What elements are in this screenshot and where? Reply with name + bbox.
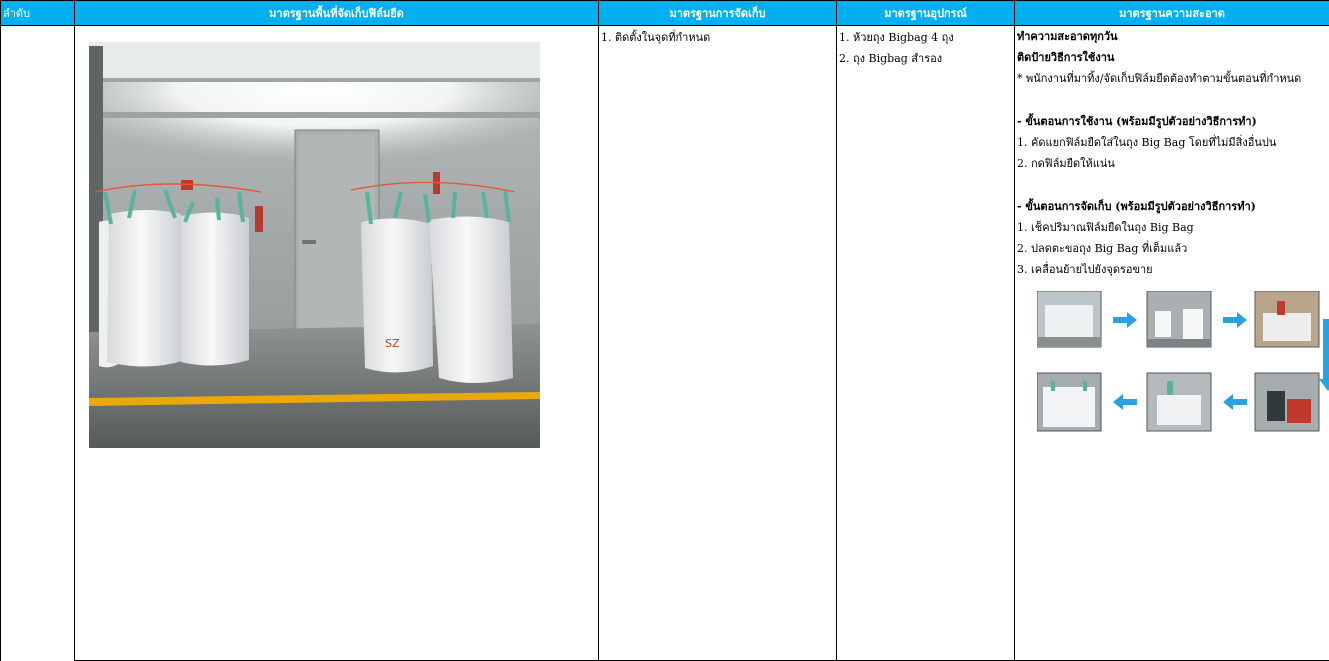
header-no: ลำดับ <box>0 0 75 26</box>
header-equipment-standard: มาตรฐานอุปกรณ์ <box>836 0 1015 26</box>
equipment-cell: 1. ห้วยถุง Bigbag 4 ถุง 2. ถุง Bigbag สำ… <box>836 25 1015 661</box>
store-step: 1. เช็คปริมาณฟิล์มยืดในถุง Big Bag <box>1017 221 1194 234</box>
row-number-cell <box>0 25 75 661</box>
table-row: SZ 1. ติดตั้งในจุดที่กำหนด 1. ห้วยถุง Bi… <box>0 25 1329 661</box>
step-photo-6 <box>1036 372 1102 432</box>
clean-sign-text: ติดป้ายวิธีการใช้งาน <box>1017 51 1115 64</box>
header-cleanliness-standard: มาตรฐานความสะอาด <box>1014 0 1329 26</box>
storage-cell: 1. ติดตั้งในจุดที่กำหนด <box>598 25 837 661</box>
equipment-line: 2. ถุง Bigbag สำรอง <box>839 52 943 65</box>
step-photo-4 <box>1254 372 1320 432</box>
store-step: 2. ปลดตะขอถุง Big Bag ที่เต็มแล้ว <box>1017 242 1188 255</box>
clean-daily-text: ทำความสะอาดทุกวัน <box>1017 30 1118 43</box>
bigbag-group-left <box>99 189 249 368</box>
store-step: 3. เคลื่อนย้ายไปยังจุดรอขาย <box>1017 263 1153 276</box>
arrow-left-icon <box>1113 394 1137 410</box>
standards-table: ลำดับ มาตรฐานพื้นที่จัดเก็บฟิล์มยืด มาตร… <box>0 0 1329 661</box>
clean-note-text: * พนักงานที่มาทิ้ง/จัดเก็บฟิล์มยืดต้องทำ… <box>1017 72 1302 85</box>
equipment-line: 1. ห้วยถุง Bigbag 4 ถุง <box>839 31 954 44</box>
area-cell: SZ <box>74 25 599 661</box>
arrow-left-icon <box>1223 394 1247 410</box>
usage-step: 1. คัดแยกฟิล์มยืดใส่ในถุง Big Bag โดยที่… <box>1017 136 1277 149</box>
standards-sheet: ลำดับ มาตรฐานพื้นที่จัดเก็บฟิล์มยืด มาตร… <box>0 0 1329 661</box>
usage-step: 2. กดฟิล์มยืดให้แน่น <box>1017 157 1115 170</box>
step-photo-2 <box>1146 290 1212 348</box>
storage-area-photo: SZ <box>89 42 540 448</box>
header-area-standard: มาตรฐานพื้นที่จัดเก็บฟิล์มยืด <box>74 0 599 26</box>
storage-line: 1. ติดตั้งในจุดที่กำหนด <box>601 31 711 44</box>
arrow-down-icon <box>1319 319 1329 391</box>
header-row: ลำดับ มาตรฐานพื้นที่จัดเก็บฟิล์มยืด มาตร… <box>0 0 1329 26</box>
step-photo-5 <box>1146 372 1212 432</box>
step-photo-3 <box>1254 290 1320 348</box>
cleanliness-cell: ทำความสะอาดทุกวัน ติดป้ายวิธีการใช้งาน *… <box>1014 25 1329 661</box>
arrow-right-icon <box>1223 312 1247 328</box>
store-heading: - ขั้นตอนการจัดเก็บ (พร้อมมีรูปตัวอย่างว… <box>1017 200 1256 213</box>
step-photo-1 <box>1036 290 1102 348</box>
arrow-right-icon <box>1113 312 1137 328</box>
procedure-steps-diagram <box>1036 290 1329 432</box>
usage-heading: - ขั้นตอนการใช้งาน (พร้อมมีรูปตัวอย่างวิ… <box>1017 115 1257 128</box>
header-storage-standard: มาตรฐานการจัดเก็บ <box>598 0 837 26</box>
svg-text:SZ: SZ <box>385 337 400 350</box>
